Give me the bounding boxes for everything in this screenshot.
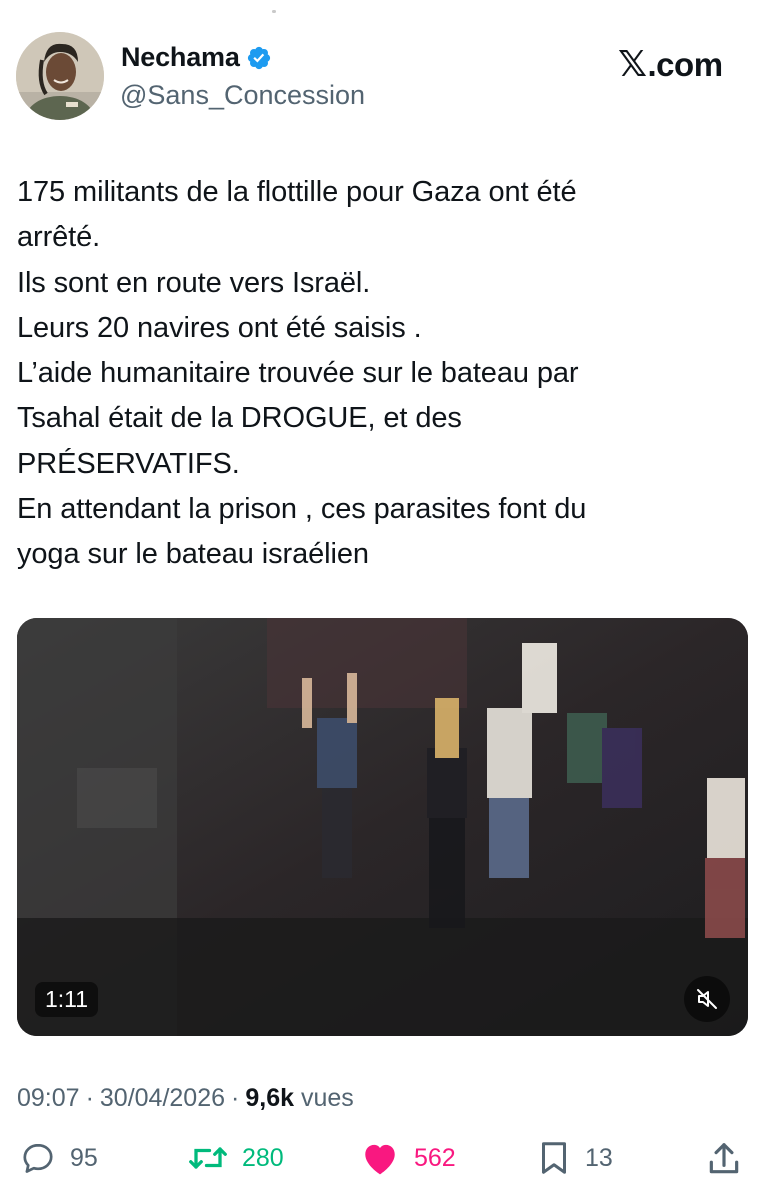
muted-speaker-icon [697,989,717,1009]
avatar-image [16,32,104,120]
retweet-button[interactable]: 280 [188,1140,284,1176]
x-logo-text: .com [647,45,724,83]
views-label: vues [300,1084,354,1112]
action-bar: 95 280 562 13 [0,1140,765,1190]
bookmark-count: 13 [585,1143,613,1172]
avatar[interactable] [16,32,104,120]
share-button[interactable] [705,1140,743,1178]
retweet-icon [189,1147,227,1169]
reply-button[interactable]: 95 [20,1140,98,1176]
bookmark-button[interactable]: 13 [537,1140,613,1176]
share-icon [709,1143,739,1174]
like-count: 562 [414,1143,456,1172]
video-frame [17,618,748,1036]
author-name-row[interactable]: Nechama [121,42,272,73]
heart-icon [365,1144,395,1175]
video-player[interactable]: 1:11 [17,618,748,1036]
verified-badge-icon [246,45,272,71]
views-count: 9,6k [245,1084,295,1112]
tweet-text: 175 militants de la flottille pour Gaza … [17,176,587,571]
like-button[interactable]: 562 [360,1140,456,1176]
x-logo-icon: 𝕏 [618,44,647,85]
mute-button[interactable] [684,976,730,1022]
tweet-time[interactable]: 09:07 [17,1084,80,1113]
bookmark-icon [542,1142,566,1174]
author-handle[interactable]: @Sans_Concession [120,80,365,111]
video-duration: 1:11 [35,982,99,1017]
meta-separator: · [231,1084,240,1112]
reply-icon [23,1143,53,1173]
tweet-meta: 09:07 · 30/04/2026 · 9,6k vues [17,1084,354,1113]
meta-separator: · [85,1084,94,1112]
retweet-count: 280 [242,1143,284,1172]
reply-count: 95 [70,1143,98,1172]
top-edge-mark [272,10,276,13]
tweet-date[interactable]: 30/04/2026 [100,1084,225,1113]
author-display-name[interactable]: Nechama [121,42,240,73]
x-logo: 𝕏 .com [618,44,723,85]
